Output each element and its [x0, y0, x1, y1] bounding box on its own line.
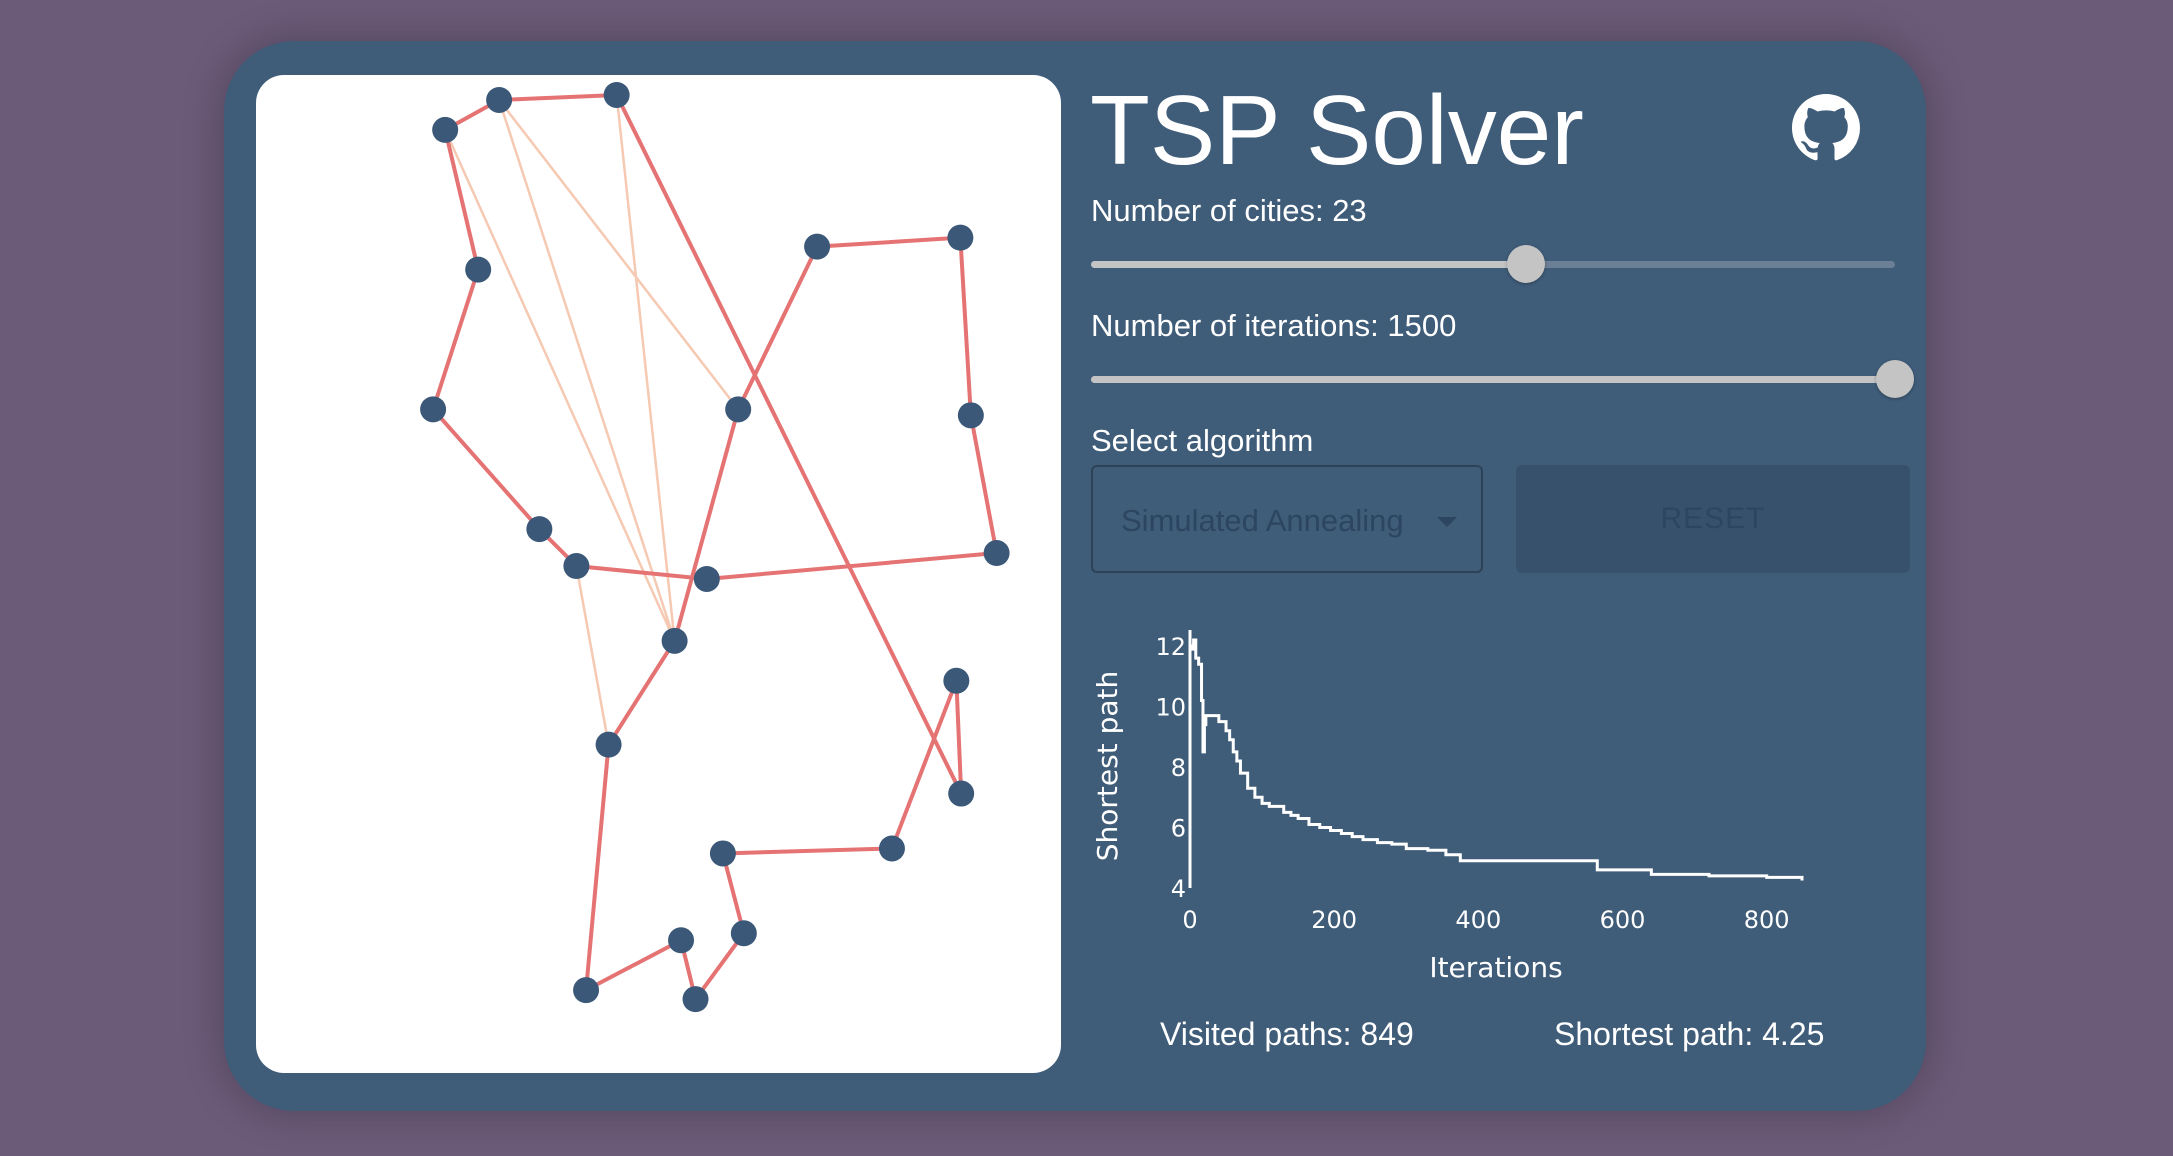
- github-icon[interactable]: [1792, 94, 1860, 162]
- chart-series: [1190, 638, 1804, 881]
- algorithm-select[interactable]: Simulated Annealing: [1091, 465, 1483, 573]
- city-node: [420, 396, 447, 423]
- city-node: [595, 731, 622, 758]
- city-node: [563, 553, 590, 580]
- faded-edge: [444, 129, 676, 642]
- city-node: [730, 920, 757, 947]
- faded-edge: [498, 99, 740, 411]
- city-node: [878, 835, 905, 862]
- city-node: [668, 927, 695, 954]
- iterations-label: Number of iterations: 1500: [1091, 308, 1457, 343]
- city-node: [486, 86, 513, 113]
- chart-x-tick-label: 400: [1455, 906, 1501, 934]
- city-node: [957, 402, 984, 429]
- page-title: TSP Solver: [1090, 75, 1584, 185]
- city-node: [682, 986, 709, 1013]
- city-node: [709, 840, 736, 867]
- chart-x-tick-label: 200: [1311, 906, 1357, 934]
- city-node: [693, 565, 720, 592]
- algorithm-label: Select algorithm: [1091, 423, 1314, 458]
- visited-paths-stat: Visited paths: 849: [1160, 1016, 1414, 1052]
- city-node: [526, 516, 553, 543]
- chart-y-tick-label: 6: [1171, 815, 1186, 843]
- city-node: [943, 667, 970, 694]
- faded-edge: [615, 94, 676, 641]
- tsp-map-canvas: [256, 75, 1061, 1073]
- city-node: [603, 81, 630, 108]
- chevron-down-icon: [1437, 517, 1457, 527]
- shortest-path-chart: 4 6 8 10 12 0 200 400 600 800 Iterations Shortest…: [1091, 630, 1804, 984]
- cities-label: Number of cities: 23: [1091, 193, 1367, 228]
- chart-x-axis-label: Iterations: [1429, 951, 1562, 984]
- reset-button[interactable]: RESET: [1516, 465, 1910, 573]
- cities-slider-thumb[interactable]: [1506, 245, 1545, 283]
- city-node: [465, 256, 492, 283]
- tsp-map-svg: [420, 81, 1010, 1013]
- city-node: [948, 780, 975, 807]
- city-node: [983, 540, 1010, 567]
- cities-slider-track: [1091, 261, 1526, 268]
- faded-edge: [575, 565, 610, 745]
- chart-y-tick-label: 10: [1155, 694, 1186, 722]
- chart-ticks: 4 6 8 10 12 0 200 400 600 800: [1155, 633, 1789, 934]
- city-node: [573, 977, 600, 1004]
- iterations-slider-thumb[interactable]: [1876, 360, 1914, 398]
- city-node: [725, 396, 752, 423]
- algorithm-select-value: Simulated Annealing: [1121, 503, 1404, 538]
- chart-x-tick-label: 0: [1182, 906, 1197, 934]
- city-node: [432, 116, 459, 143]
- chart-y-tick-label: 4: [1171, 875, 1186, 903]
- chart-x-tick-label: 600: [1600, 906, 1646, 934]
- chart-x-tick-label: 800: [1744, 906, 1790, 934]
- shortest-path-line: [1190, 638, 1804, 881]
- city-node: [661, 627, 688, 654]
- chart-y-axis-label: Shortest path: [1091, 671, 1124, 862]
- chart-y-tick-label: 8: [1171, 754, 1186, 782]
- iterations-slider[interactable]: [1091, 360, 1914, 398]
- cities-slider[interactable]: [1091, 245, 1895, 283]
- city-node: [947, 224, 974, 251]
- shortest-path-stat: Shortest path: 4.25: [1554, 1016, 1825, 1052]
- city-node: [804, 233, 831, 260]
- iterations-slider-track: [1091, 376, 1895, 383]
- chart-y-tick-label: 12: [1155, 633, 1186, 661]
